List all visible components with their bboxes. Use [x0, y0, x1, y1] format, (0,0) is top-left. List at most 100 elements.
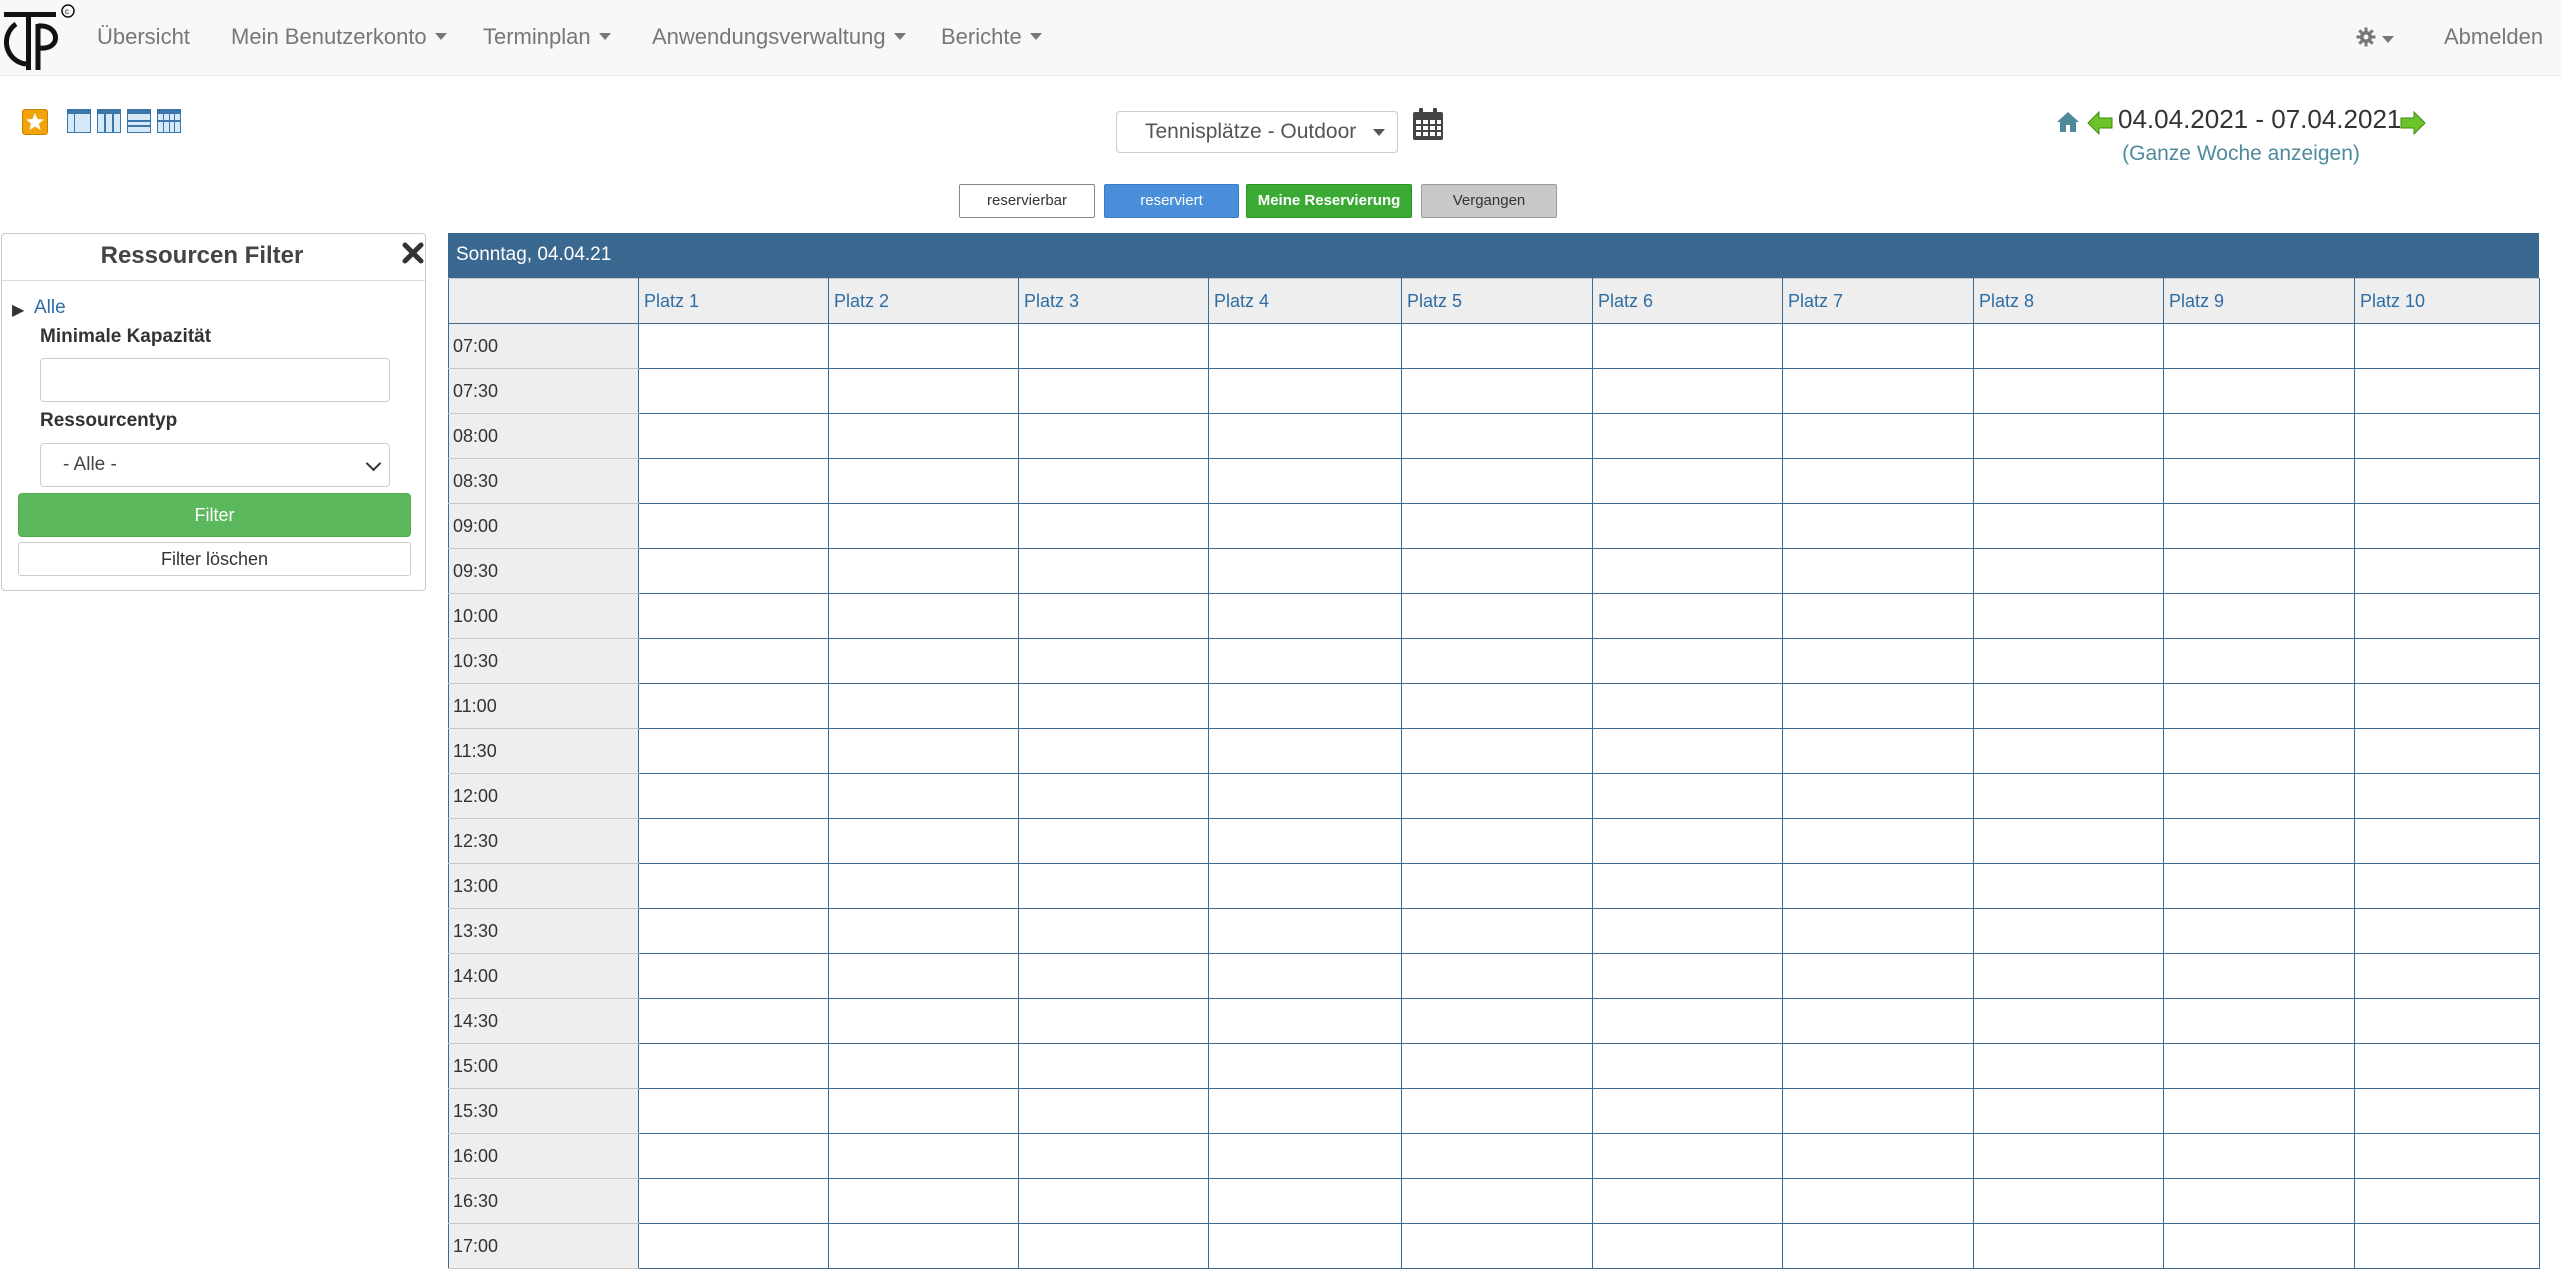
reservable-slot[interactable]: [1401, 1223, 1593, 1269]
reservable-slot[interactable]: [2163, 728, 2355, 774]
reservable-slot[interactable]: [1592, 1043, 1783, 1089]
reservable-slot[interactable]: [1401, 683, 1593, 729]
reservable-slot[interactable]: [2163, 998, 2355, 1044]
reservable-slot[interactable]: [1401, 593, 1593, 639]
reservable-slot[interactable]: [1592, 368, 1783, 414]
reservable-slot[interactable]: [2163, 908, 2355, 954]
resource-type-select[interactable]: - Alle -: [40, 443, 390, 487]
reservable-slot[interactable]: [638, 728, 829, 774]
reservable-slot[interactable]: [1018, 818, 1209, 864]
nav-app-management[interactable]: Anwendungsverwaltung: [652, 0, 906, 76]
tree-item-all[interactable]: Alle: [34, 297, 66, 319]
reservable-slot[interactable]: [1208, 908, 1402, 954]
reservable-slot[interactable]: [1973, 458, 2164, 504]
reservable-slot[interactable]: [1208, 728, 1402, 774]
home-icon[interactable]: [2056, 111, 2080, 133]
app-logo[interactable]: c: [2, 2, 76, 72]
reservable-slot[interactable]: [1401, 323, 1593, 369]
reservable-slot[interactable]: [1208, 593, 1402, 639]
reservable-slot[interactable]: [1018, 458, 1209, 504]
view-standard-icon[interactable]: [67, 109, 91, 133]
reservable-slot[interactable]: [2354, 773, 2540, 819]
reservable-slot[interactable]: [2354, 1043, 2540, 1089]
reservable-slot[interactable]: [1592, 683, 1783, 729]
reservable-slot[interactable]: [828, 773, 1019, 819]
reservable-slot[interactable]: [1973, 1043, 2164, 1089]
reservable-slot[interactable]: [1592, 548, 1783, 594]
reservable-slot[interactable]: [638, 683, 829, 729]
reservable-slot[interactable]: [638, 863, 829, 909]
reservable-slot[interactable]: [1973, 323, 2164, 369]
reservable-slot[interactable]: [638, 548, 829, 594]
reservable-slot[interactable]: [1592, 458, 1783, 504]
reservable-slot[interactable]: [1973, 548, 2164, 594]
reservable-slot[interactable]: [1592, 323, 1783, 369]
reservable-slot[interactable]: [1018, 413, 1209, 459]
close-icon[interactable]: [402, 242, 424, 264]
reservable-slot[interactable]: [828, 728, 1019, 774]
reservable-slot[interactable]: [828, 458, 1019, 504]
resource-header[interactable]: Platz 3: [1018, 278, 1209, 324]
reservable-slot[interactable]: [828, 413, 1019, 459]
reservable-slot[interactable]: [828, 503, 1019, 549]
reservable-slot[interactable]: [1208, 1178, 1402, 1224]
reservable-slot[interactable]: [2163, 818, 2355, 864]
reservable-slot[interactable]: [1208, 503, 1402, 549]
reservable-slot[interactable]: [2163, 638, 2355, 684]
tree-expand-icon[interactable]: ▶: [12, 300, 24, 320]
calendar-icon[interactable]: [1412, 107, 1444, 141]
reservable-slot[interactable]: [1782, 548, 1974, 594]
reservable-slot[interactable]: [828, 1178, 1019, 1224]
reservable-slot[interactable]: [2354, 368, 2540, 414]
reservable-slot[interactable]: [638, 773, 829, 819]
reservable-slot[interactable]: [1018, 953, 1209, 999]
reservable-slot[interactable]: [1782, 728, 1974, 774]
resource-header[interactable]: Platz 7: [1782, 278, 1974, 324]
reservable-slot[interactable]: [1401, 818, 1593, 864]
nav-reports[interactable]: Berichte: [941, 0, 1042, 76]
reservable-slot[interactable]: [1018, 1088, 1209, 1134]
resource-header[interactable]: Platz 10: [2354, 278, 2540, 324]
reservable-slot[interactable]: [828, 908, 1019, 954]
reservable-slot[interactable]: [828, 1043, 1019, 1089]
reservable-slot[interactable]: [1018, 773, 1209, 819]
reservable-slot[interactable]: [1018, 323, 1209, 369]
view-week-icon[interactable]: [157, 109, 181, 133]
clear-filter-button[interactable]: Filter löschen: [18, 542, 411, 576]
arrow-right-icon[interactable]: [2400, 111, 2426, 135]
schedule-select[interactable]: Tennisplätze - Outdoor: [1116, 111, 1398, 153]
resource-header[interactable]: Platz 1: [638, 278, 829, 324]
reservable-slot[interactable]: [638, 953, 829, 999]
reservable-slot[interactable]: [1018, 1043, 1209, 1089]
reservable-slot[interactable]: [1592, 728, 1783, 774]
reservable-slot[interactable]: [2354, 863, 2540, 909]
reservable-slot[interactable]: [1973, 863, 2164, 909]
reservable-slot[interactable]: [1973, 908, 2164, 954]
resource-header[interactable]: Platz 8: [1973, 278, 2164, 324]
reservable-slot[interactable]: [2354, 413, 2540, 459]
reservable-slot[interactable]: [638, 1178, 829, 1224]
nav-my-account[interactable]: Mein Benutzerkonto: [231, 0, 447, 76]
reservable-slot[interactable]: [2354, 593, 2540, 639]
reservable-slot[interactable]: [2163, 1043, 2355, 1089]
reservable-slot[interactable]: [1782, 323, 1974, 369]
min-capacity-input[interactable]: [40, 358, 390, 402]
reservable-slot[interactable]: [1782, 773, 1974, 819]
reservable-slot[interactable]: [1401, 1133, 1593, 1179]
reservable-slot[interactable]: [1592, 953, 1783, 999]
reservable-slot[interactable]: [1973, 953, 2164, 999]
reservable-slot[interactable]: [1592, 1178, 1783, 1224]
reservable-slot[interactable]: [1973, 818, 2164, 864]
reservable-slot[interactable]: [638, 323, 829, 369]
reservable-slot[interactable]: [2354, 953, 2540, 999]
reservable-slot[interactable]: [1782, 1178, 1974, 1224]
reservable-slot[interactable]: [1782, 908, 1974, 954]
reservable-slot[interactable]: [1973, 1133, 2164, 1179]
reservable-slot[interactable]: [1208, 818, 1402, 864]
reservable-slot[interactable]: [1973, 683, 2164, 729]
reservable-slot[interactable]: [1208, 863, 1402, 909]
reservable-slot[interactable]: [638, 1043, 829, 1089]
reservable-slot[interactable]: [1401, 368, 1593, 414]
favorite-star-icon[interactable]: [22, 109, 48, 135]
reservable-slot[interactable]: [828, 953, 1019, 999]
